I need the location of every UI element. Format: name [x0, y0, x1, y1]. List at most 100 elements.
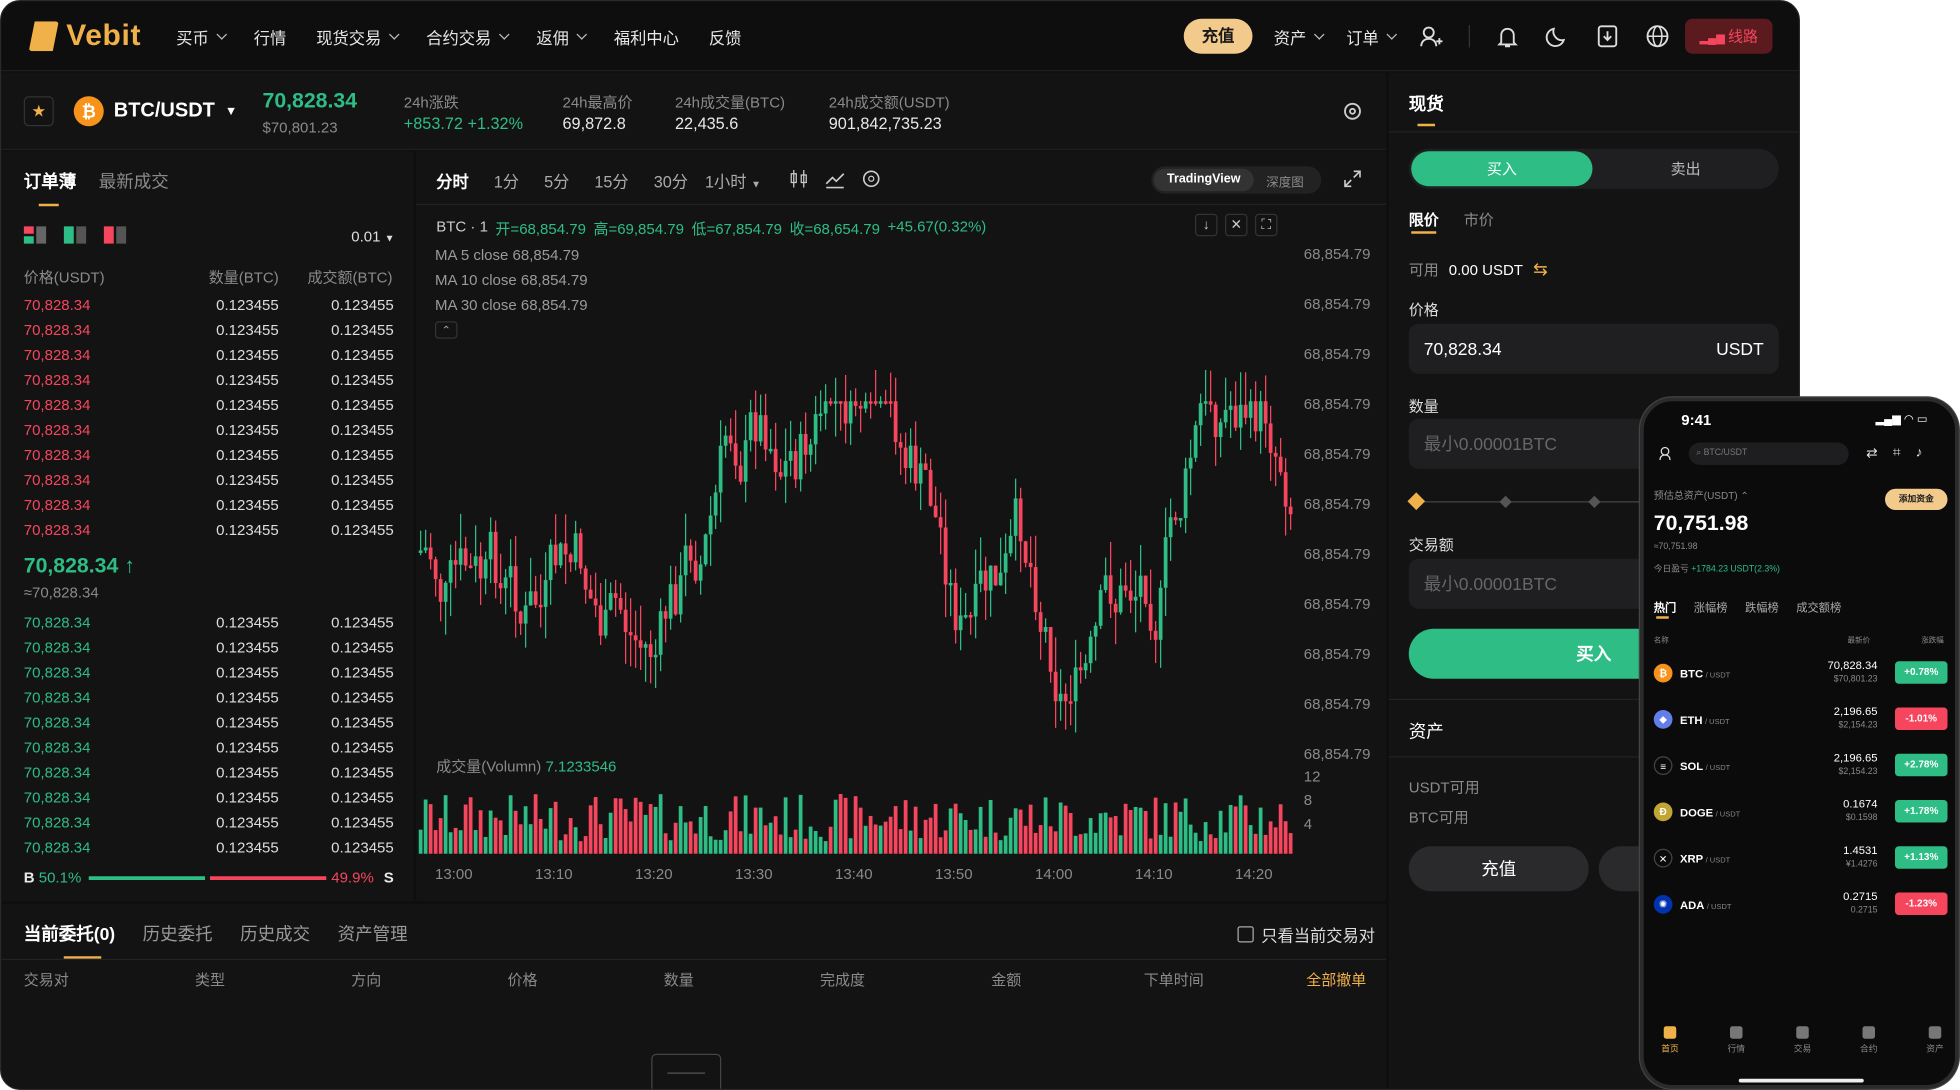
download-icon[interactable] — [1595, 24, 1620, 49]
fullscreen-icon[interactable]: ⛶ — [1255, 213, 1278, 237]
line-button[interactable]: ▂▄▆ 线路 — [1685, 18, 1773, 54]
layout-both-icon[interactable] — [23, 226, 47, 244]
nav-item-3[interactable]: 合约交易 — [426, 24, 510, 48]
phone-tab-2[interactable]: 跌幅榜 — [1745, 599, 1779, 615]
bid-row[interactable]: 70,828.34 0.123455 0.123455 — [24, 714, 394, 739]
phone-coin-row[interactable]: ✕ XRP / USDT 1.4531 ¥1.4276 +1.13% — [1653, 841, 1948, 881]
brand-logo[interactable]: Vebit — [28, 19, 141, 54]
sell-tab[interactable]: 卖出 — [1595, 151, 1776, 186]
interval-tab-0[interactable]: 分时 — [436, 169, 469, 193]
cancel-all-button[interactable]: 全部撤单 — [1306, 969, 1366, 990]
phone-bottom-tab-3[interactable]: 合约 — [1850, 1026, 1888, 1055]
nav-item-4[interactable]: 返佣 — [536, 24, 588, 48]
phone-search-input[interactable]: ⌕ BTC/USDT — [1688, 442, 1849, 465]
pair-selector[interactable]: BTC/USDT ▼ — [114, 100, 237, 123]
interval-tab-1[interactable]: 1分 — [494, 169, 519, 193]
buy-tab[interactable]: 买入 — [1411, 151, 1593, 187]
phone-bottom-tab-4[interactable]: 资产 — [1916, 1026, 1954, 1055]
swap-icon[interactable]: ⇄ — [1866, 445, 1878, 461]
bid-row[interactable]: 70,828.34 0.123455 0.123455 — [24, 614, 394, 639]
depth-chart-button[interactable]: 深度图 — [1266, 171, 1304, 190]
phone-tab-3[interactable]: 成交额榜 — [1796, 599, 1841, 615]
close-icon[interactable]: ✕ — [1225, 213, 1248, 237]
only-current-checkbox[interactable]: 只看当前交易对 — [1237, 923, 1375, 947]
favorite-star-icon[interactable]: ★ — [23, 96, 54, 127]
ask-row[interactable]: 70,828.34 0.123455 0.123455 — [24, 521, 394, 546]
globe-icon[interactable] — [1645, 24, 1670, 49]
bell-icon[interactable]: ♪ — [1916, 445, 1923, 461]
layout-bids-icon[interactable] — [63, 226, 87, 244]
orders-tab-2[interactable]: 历史成交 — [240, 921, 310, 946]
phone-bottom-tab-2[interactable]: 交易 — [1784, 1026, 1822, 1055]
bell-icon[interactable] — [1495, 24, 1520, 49]
nav-item-6[interactable]: 反馈 — [709, 24, 742, 48]
ask-row[interactable]: 70,828.34 0.123455 0.123455 — [24, 471, 394, 496]
nav-item-1[interactable]: 行情 — [254, 24, 287, 48]
nav-item-5[interactable]: 福利中心 — [614, 24, 679, 48]
phone-tab-1[interactable]: 涨幅榜 — [1694, 599, 1728, 615]
scan-icon[interactable]: ⌗ — [1893, 445, 1901, 461]
volume-bar — [718, 839, 723, 854]
bid-row[interactable]: 70,828.34 0.123455 0.123455 — [24, 689, 394, 714]
ask-row[interactable]: 70,828.34 0.123455 0.123455 — [24, 421, 394, 446]
tab-order-book[interactable]: 订单薄 — [24, 169, 76, 207]
nav-item-2[interactable]: 现货交易 — [316, 24, 400, 48]
limit-tab[interactable]: 限价 — [1409, 209, 1439, 230]
phone-coin-row[interactable]: ✺ ADA / USDT 0.2715 0.2715 -1.23% — [1653, 888, 1948, 928]
phone-bottom-tab-1[interactable]: 行情 — [1718, 1026, 1756, 1055]
moon-icon[interactable] — [1545, 24, 1570, 49]
transfer-icon[interactable]: ⇆ — [1533, 259, 1548, 280]
bid-row[interactable]: 70,828.34 0.123455 0.123455 — [24, 839, 394, 864]
interval-tab-4[interactable]: 30分 — [654, 169, 688, 193]
orders-tab-3[interactable]: 资产管理 — [338, 921, 408, 946]
settings-icon[interactable] — [1343, 101, 1363, 121]
bid-row[interactable]: 70,828.34 0.123455 0.123455 — [24, 789, 394, 814]
ask-row[interactable]: 70,828.34 0.123455 0.123455 — [24, 371, 394, 396]
tab-recent-trades[interactable]: 最新成交 — [99, 169, 169, 207]
phone-tab-0[interactable]: 热门 — [1654, 599, 1677, 615]
ask-row[interactable]: 70,828.34 0.123455 0.123455 — [24, 496, 394, 521]
bid-row[interactable]: 70,828.34 0.123455 0.123455 — [24, 664, 394, 689]
assets-menu[interactable]: 资产 — [1274, 24, 1325, 48]
phone-coin-row[interactable]: Ð DOGE / USDT 0.1674 $0.1598 +1.78% — [1653, 795, 1948, 835]
user-icon[interactable] — [1659, 446, 1674, 461]
ask-row[interactable]: 70,828.34 0.123455 0.123455 — [24, 346, 394, 371]
interval-tab-3[interactable]: 15分 — [594, 169, 628, 193]
tradingview-button[interactable]: TradingView — [1153, 168, 1254, 192]
candle-body — [913, 445, 918, 484]
arrow-down-icon[interactable]: ↓ — [1195, 213, 1218, 237]
indicator-icon[interactable] — [825, 169, 845, 189]
bid-row[interactable]: 70,828.34 0.123455 0.123455 — [24, 739, 394, 764]
chart-settings-icon[interactable] — [861, 169, 881, 189]
price-input[interactable]: 70,828.34 USDT — [1408, 323, 1779, 374]
phone-bottom-tab-0[interactable]: 首页 — [1651, 1026, 1689, 1055]
layout-asks-icon[interactable] — [103, 226, 127, 244]
phone-coin-row[interactable]: ≡ SOL / USDT 2,196.65 $2,154.23 +2.78% — [1653, 749, 1948, 789]
deposit-button[interactable]: 充值 — [1183, 18, 1253, 54]
market-tab[interactable]: 市价 — [1464, 209, 1494, 230]
ask-row[interactable]: 70,828.34 0.123455 0.123455 — [24, 321, 394, 346]
add-funds-button[interactable]: 添加资金 — [1885, 488, 1948, 510]
interval-more[interactable]: 1小时 ▼ — [705, 169, 761, 193]
bid-row[interactable]: 70,828.34 0.123455 0.123455 — [24, 639, 394, 664]
nav-item-0[interactable]: 买币 — [176, 24, 228, 48]
ask-row[interactable]: 70,828.34 0.123455 0.123455 — [24, 296, 394, 321]
ask-row[interactable]: 70,828.34 0.123455 0.123455 — [24, 446, 394, 471]
candle-body — [1248, 401, 1253, 418]
orders-tab-1[interactable]: 历史委托 — [143, 921, 213, 946]
bid-row[interactable]: 70,828.34 0.123455 0.123455 — [24, 764, 394, 789]
candlestick-chart[interactable]: 68,854.79 68,854.79 68,854.79 68,854.79 68,8… — [416, 239, 1386, 902]
orders-menu[interactable]: 订单 — [1346, 24, 1398, 48]
assets-deposit-button[interactable]: 充值 — [1408, 846, 1589, 892]
interval-tab-2[interactable]: 5分 — [544, 169, 569, 193]
bid-row[interactable]: 70,828.34 0.123455 0.123455 — [24, 814, 394, 839]
expand-icon[interactable] — [1344, 170, 1362, 188]
ask-row[interactable]: 70,828.34 0.123455 0.123455 — [24, 396, 394, 421]
user-icon[interactable] — [1419, 24, 1444, 49]
precision-select[interactable]: 0.01 ▼ — [351, 228, 394, 246]
volume-bar — [758, 807, 763, 854]
orders-tab-0[interactable]: 当前委托(0) — [24, 921, 115, 946]
phone-coin-row[interactable]: ◆ ETH / USDT 2,196.65 $2,154.23 -1.01% — [1653, 703, 1948, 743]
phone-coin-row[interactable]: ₿ BTC / USDT 70,828.34 $70,801.23 +0.78% — [1653, 656, 1948, 696]
candle-type-icon[interactable] — [789, 169, 809, 189]
